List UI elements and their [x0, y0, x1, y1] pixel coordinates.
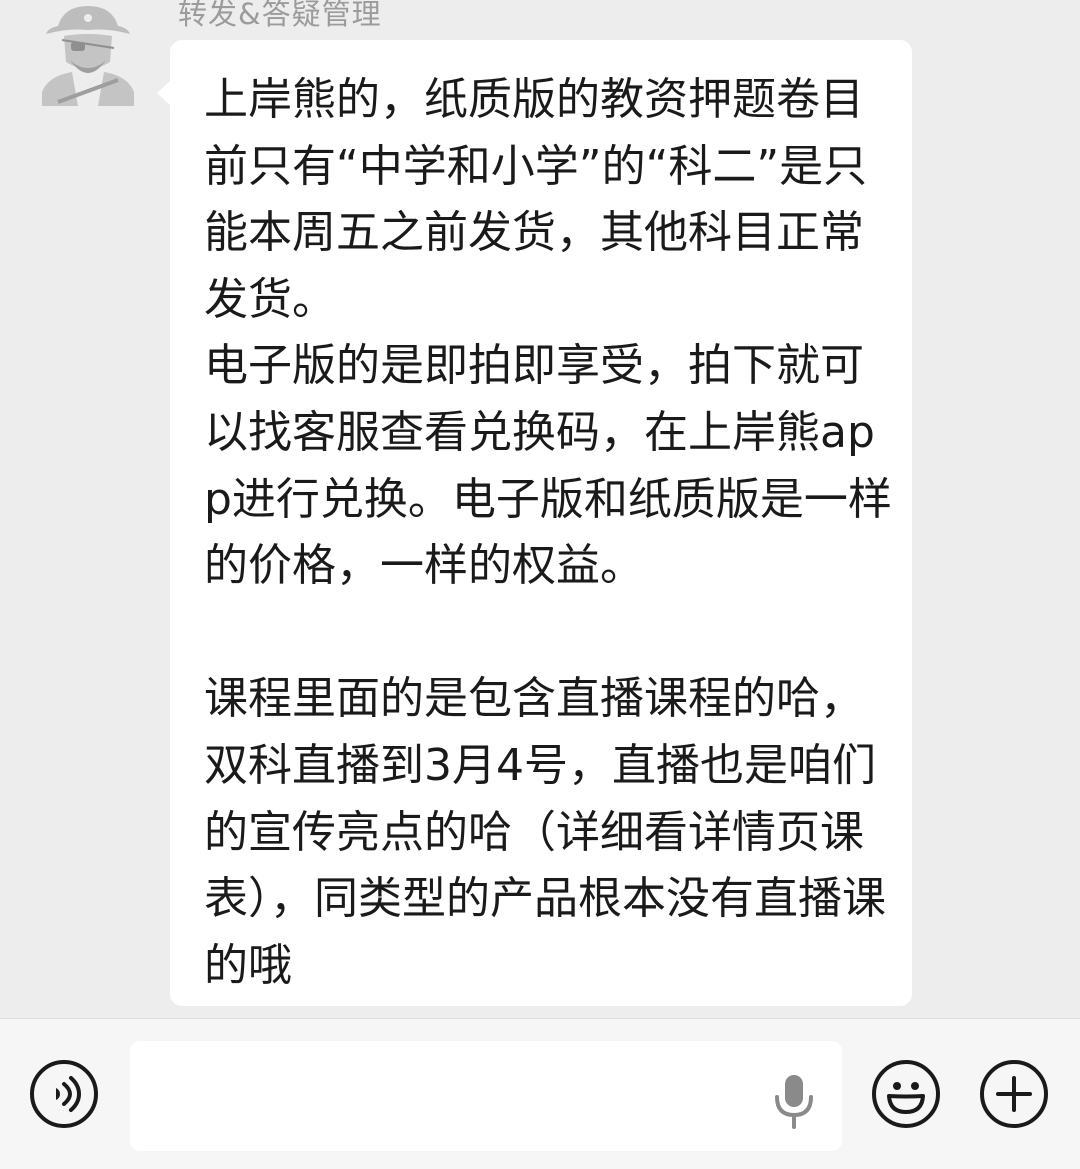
microphone-icon[interactable]	[772, 1073, 816, 1129]
sender-avatar[interactable]	[38, 2, 138, 106]
message-text: 上岸熊的，纸质版的教资押题卷目前只有“中学和小学”的“科二”是只能本周五之前发货…	[204, 74, 892, 991]
emoji-button[interactable]	[872, 1060, 940, 1128]
sender-name: 转发&答疑管理	[178, 0, 382, 31]
emoji-icon	[887, 1082, 925, 1114]
voice-toggle-button[interactable]	[30, 1060, 98, 1128]
input-bar	[0, 1018, 1080, 1169]
voice-toggle-icon	[56, 1076, 82, 1112]
plus-icon	[996, 1076, 1032, 1112]
pirate-avatar-icon	[42, 6, 134, 106]
chat-area: 转发&答疑管理 上岸熊的，纸质版的教资押题卷目前只有“中学和小学”的“科二”是只…	[0, 0, 1080, 1018]
more-actions-button[interactable]	[980, 1060, 1048, 1128]
message-input[interactable]	[130, 1041, 842, 1151]
message-bubble[interactable]: 上岸熊的，纸质版的教资押题卷目前只有“中学和小学”的“科二”是只能本周五之前发货…	[157, 40, 912, 1006]
